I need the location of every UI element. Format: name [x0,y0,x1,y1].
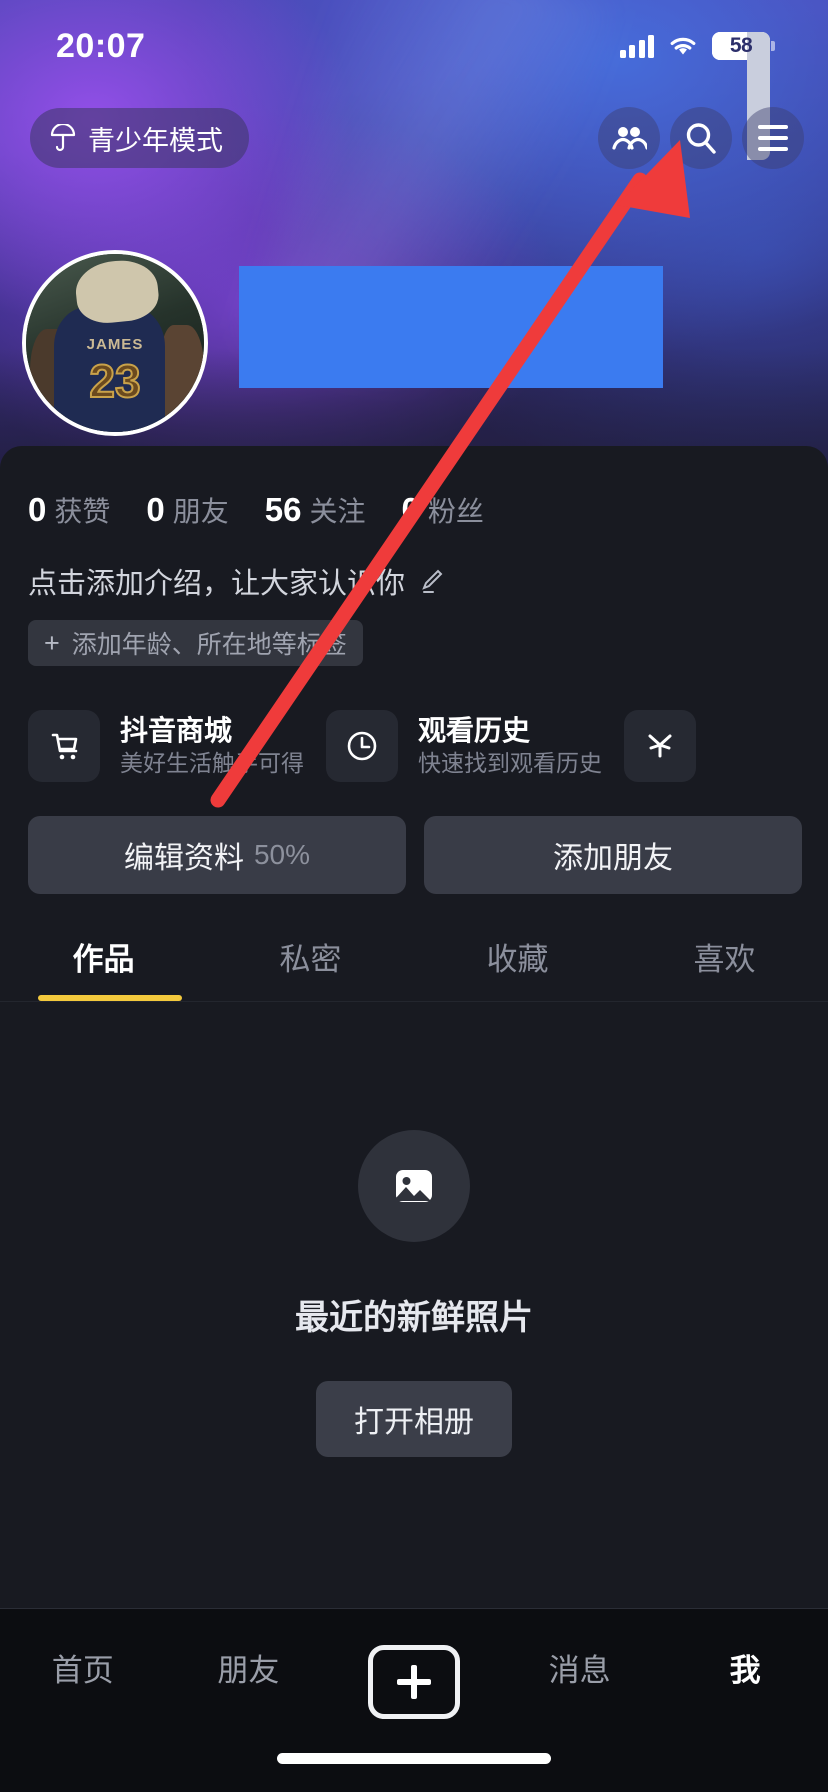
add-friend-label: 添加朋友 [553,842,673,875]
top-icon-group [598,107,804,169]
clock-history-icon [347,731,377,761]
nav-item-me[interactable]: 我 [662,1645,828,1690]
shortcut-card-history-subtitle: 快速找到观看历史 [418,749,602,776]
empty-state-title: 最近的新鲜照片 [295,1299,533,1337]
avatar-jersey-name: JAMES [86,335,144,353]
status-bar: 20:07 58 [0,0,828,160]
pencil-edit-icon [422,569,443,593]
home-indicator [277,1753,551,1764]
hamburger-menu-button[interactable] [742,107,804,169]
nav-item-friends[interactable]: 朋友 [166,1645,332,1690]
nav-item-messages-label: 消息 [548,1653,611,1688]
active-tab-indicator [38,995,182,1001]
tab-private-label: 私密 [279,942,342,977]
tab-favorites[interactable]: 收藏 [414,934,621,1001]
nav-item-home[interactable]: 首页 [0,1645,166,1690]
stat-friends[interactable]: 0 朋友 [146,490,228,530]
shortcut-card-mall[interactable]: 抖音商城 美好生活触手可得 [28,710,304,782]
username-redaction-block [239,266,663,388]
stat-following[interactable]: 56 关注 [265,490,366,530]
bottom-navigation-bar: 首页 朋友 消息 我 [0,1608,828,1792]
photo-image-icon-wrap [358,1130,470,1242]
tab-favorites-label: 收藏 [486,942,549,977]
plus-create-icon [367,1645,460,1719]
stat-friends-count: 0 [146,491,165,528]
stat-followers-count: 0 [401,491,420,528]
status-bar-clock: 20:07 [56,26,146,65]
profile-top-bar: 青少年模式 [0,92,828,184]
shortcut-card-history-title: 观看历史 [418,714,531,746]
avatar[interactable]: JAMES 23 [22,250,208,436]
teen-mode-button[interactable]: 青少年模式 [30,108,249,168]
douyin-asterisk-icon [648,734,672,758]
avatar-photo: JAMES 23 [26,254,204,432]
avatar-jersey-number: 23 [88,354,141,408]
nav-item-me-label: 我 [729,1653,761,1688]
edit-profile-percent: 50% [253,839,311,870]
nav-item-friends-label: 朋友 [217,1653,280,1688]
open-album-button[interactable]: 打开相册 [316,1381,512,1457]
search-icon [686,123,716,154]
stat-friends-label: 朋友 [172,496,229,527]
add-tags-button[interactable]: + 添加年龄、所在地等标签 [28,620,363,666]
teen-mode-label: 青少年模式 [88,125,223,156]
stat-following-count: 56 [264,491,302,528]
nav-item-create[interactable] [331,1645,497,1719]
content-tab-bar: 作品 私密 收藏 喜欢 [0,934,828,1001]
tab-private[interactable]: 私密 [207,934,414,1001]
shortcut-card-mall-title: 抖音商城 [120,714,233,746]
shortcut-card-history[interactable]: 观看历史 快速找到观看历史 [326,710,602,782]
battery-percent-label: 58 [729,34,753,57]
nav-item-home-label: 首页 [51,1653,114,1688]
phone-screen: 20:07 58 青少年模式 JAMES 23 0 获赞 0 朋友 56 关注 … [0,0,828,1792]
photo-image-icon [396,1170,432,1202]
shortcut-card-row: 抖音商城 美好生活触手可得 观看历史 快速找到观看历史 [0,666,828,782]
open-album-label: 打开相册 [354,1406,474,1439]
cellular-signal-icon [619,34,654,58]
tab-works-label: 作品 [72,942,135,977]
add-tags-plus-icon: + [44,627,60,658]
friends-button[interactable] [598,107,660,169]
bio-placeholder: 点击添加介绍，让大家认识你 [28,568,406,600]
tab-works[interactable]: 作品 [0,934,207,1001]
tab-liked[interactable]: 喜欢 [621,934,828,1001]
tab-liked-label: 喜欢 [693,942,756,977]
stat-likes[interactable]: 0 获赞 [28,490,110,530]
clock-history-icon-wrap [326,710,398,782]
umbrella-icon [50,124,76,152]
edit-profile-label: 编辑资料 [123,842,244,875]
bio-row[interactable]: 点击添加介绍，让大家认识你 [0,530,828,602]
profile-content-sheet: 0 获赞 0 朋友 56 关注 0 粉丝 点击添加介绍，让大家认识你 + 添加年… [0,446,828,1608]
status-bar-indicators: 58 [619,32,775,160]
wifi-icon [670,37,696,55]
nav-item-messages[interactable]: 消息 [497,1645,663,1690]
friends-icon [612,127,647,150]
stat-followers[interactable]: 0 粉丝 [401,490,483,530]
stat-following-label: 关注 [309,496,366,527]
add-tags-label: 添加年龄、所在地等标签 [71,631,347,659]
profile-action-row: 编辑资料 50% 添加朋友 [0,782,828,894]
shortcut-card-third-partial[interactable] [624,710,696,782]
empty-state: 最近的新鲜照片 打开相册 [0,1002,828,1457]
battery-icon: 58 [712,32,775,160]
profile-stats-row: 0 获赞 0 朋友 56 关注 0 粉丝 [0,446,828,530]
shortcut-card-mall-subtitle: 美好生活触手可得 [120,749,304,776]
shopping-cart-icon-wrap [28,710,100,782]
hamburger-menu-icon [758,125,788,151]
add-friend-button[interactable]: 添加朋友 [424,816,802,894]
shopping-cart-icon [51,733,78,760]
stat-likes-label: 获赞 [54,496,111,527]
stat-followers-label: 粉丝 [427,496,484,527]
search-button[interactable] [670,107,732,169]
edit-profile-button[interactable]: 编辑资料 50% [28,816,406,894]
stat-likes-count: 0 [28,491,47,528]
